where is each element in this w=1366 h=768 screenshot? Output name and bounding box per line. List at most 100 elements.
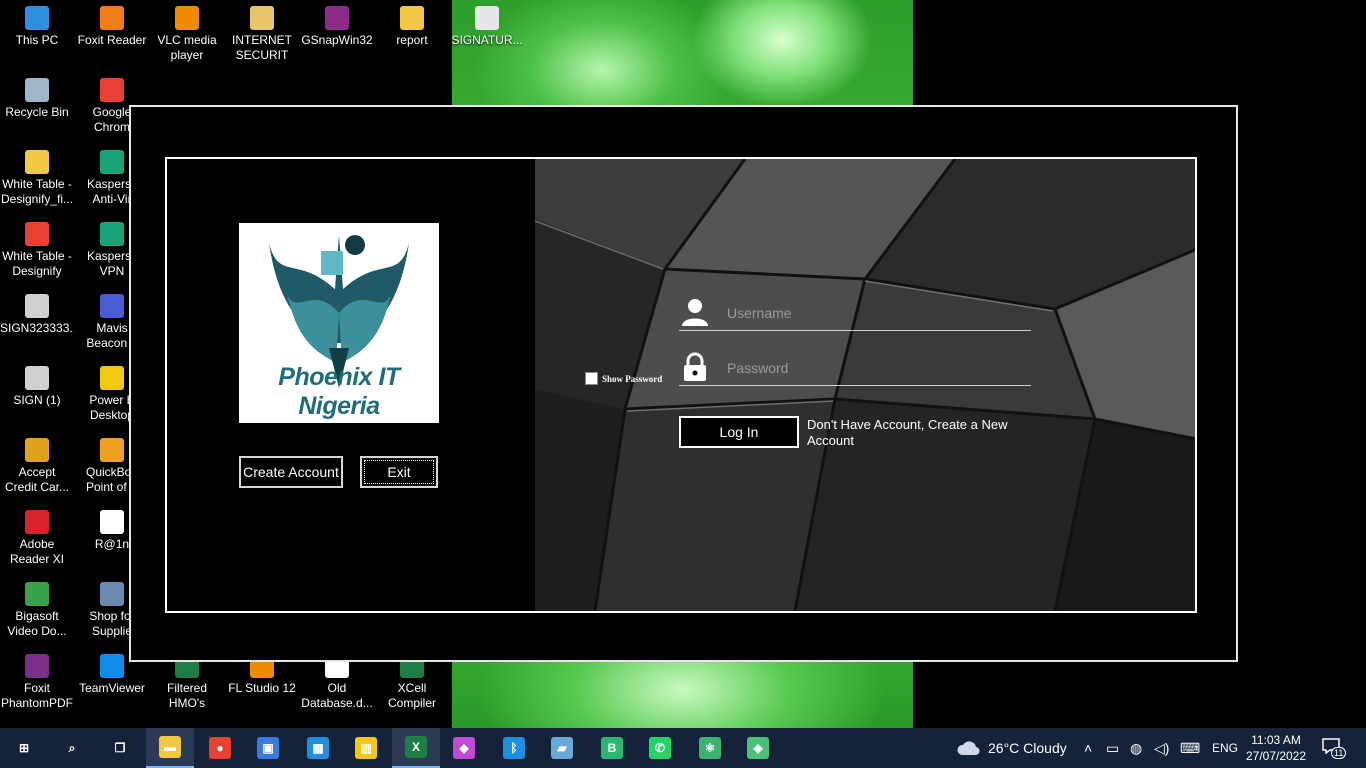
desktop-icon-label: Foxit Reader <box>77 33 147 47</box>
desktop-icon-label: SIGN323333... <box>0 321 74 335</box>
weather-widget[interactable]: 26°C Cloudy <box>956 728 1067 768</box>
taskbar-button[interactable]: B <box>588 728 636 768</box>
app-window: Phoenix IT Nigeria Create Account Exit U… <box>129 105 1238 662</box>
desktop-icon-label: GSnapWin32 <box>301 33 373 47</box>
desktop-icon-label: White Table - Designify <box>2 249 72 278</box>
desktop-icon[interactable]: Recycle Bin <box>0 78 74 120</box>
taskbar-button[interactable]: ❐ <box>96 728 144 768</box>
password-input[interactable] <box>727 356 1027 380</box>
user-icon <box>682 299 708 326</box>
taskbar: ⊞ ⌕ ❐ ▬ ● ▣ ▦ ▥ X ◆ ᛒ ▰ B ✆ ⚛ ◈ 26°C Cloudy ˄ ▭ ◍ ◁) ⌨ … <box>0 728 1366 768</box>
desktop-icon[interactable]: XCell Compiler <box>375 654 449 711</box>
taskbar-button[interactable]: ⌕ <box>48 728 96 768</box>
desktop-icon[interactable]: Accept Credit Car... <box>0 438 74 495</box>
paint-icon: ◆ <box>453 737 475 759</box>
desktop-icon[interactable]: INTERNET SECURIT <box>225 6 299 63</box>
taskbar-button[interactable]: ▬ <box>146 728 194 768</box>
chevron-up-icon[interactable]: ˄ <box>1084 740 1092 756</box>
language-indicator[interactable]: ENG <box>1212 741 1238 755</box>
create-account-button[interactable]: Create Account <box>239 456 343 488</box>
file-icon <box>25 150 49 174</box>
chrome-icon <box>25 222 49 246</box>
chrome-icon <box>100 78 124 102</box>
taskbar-button[interactable]: ◈ <box>734 728 782 768</box>
app-icon: ◈ <box>747 737 769 759</box>
taskbar-button[interactable]: ▥ <box>342 728 390 768</box>
desktop-icon[interactable]: SIGNATUR... <box>450 6 524 48</box>
checkbox-box[interactable] <box>585 372 598 385</box>
desktop-icon-label: Adobe Reader XI <box>9 537 65 566</box>
image-icon <box>25 294 49 318</box>
taskbar-button[interactable]: X <box>392 728 440 768</box>
network-icon[interactable]: ◍ <box>1130 740 1142 757</box>
desktop-icon-label: Bigasoft Video Do... <box>7 609 67 638</box>
desktop-icon[interactable]: GSnapWin32 <box>300 6 374 48</box>
foxit-icon <box>100 6 124 30</box>
desktop-icon[interactable]: Bigasoft Video Do... <box>0 582 74 639</box>
excel-icon: X <box>405 736 427 758</box>
desktop-icon[interactable]: SIGN323333... <box>0 294 74 336</box>
taskbar-button[interactable]: ▦ <box>294 728 342 768</box>
task-view-icon: ❐ <box>109 737 131 759</box>
volume-icon[interactable]: ◁) <box>1154 740 1169 757</box>
desktop-icon-label: FL Studio 12 <box>228 681 296 695</box>
desktop-icon[interactable]: This PC <box>0 6 74 48</box>
desktop-icon[interactable]: Filtered HMO's <box>150 654 224 711</box>
weather-text: 26°C Cloudy <box>988 740 1067 756</box>
bigasoft-icon <box>25 582 49 606</box>
clock[interactable]: 11:03 AM 27/07/2022 <box>1244 732 1308 764</box>
desktop-icon[interactable]: White Table - Designify_fi... <box>0 150 74 207</box>
battery-icon[interactable]: ▭ <box>1106 740 1119 757</box>
powerbi-icon <box>100 366 124 390</box>
desktop-icon-label: White Table - Designify_fi... <box>0 177 74 206</box>
desktop-icon-label: report <box>396 33 428 47</box>
taskbar-button[interactable]: ◆ <box>440 728 488 768</box>
desktop-icon-label: Filtered HMO's <box>166 681 207 710</box>
desktop-icon[interactable]: Foxit PhantomPDF <box>0 654 74 711</box>
kaspersky-icon <box>100 150 124 174</box>
keyboard-icon[interactable]: ⌨ <box>1180 740 1200 757</box>
cloud-icon <box>957 741 980 756</box>
document-icon <box>100 510 124 534</box>
taskbar-button[interactable]: ⚛ <box>686 728 734 768</box>
search-icon: ⌕ <box>61 737 83 759</box>
login-button[interactable]: Log In <box>679 416 799 448</box>
teamviewer-icon <box>100 654 124 678</box>
taskbar-button[interactable]: ✆ <box>636 728 684 768</box>
computer-icon <box>25 6 49 30</box>
desktop-icon[interactable]: VLC media player <box>150 6 224 63</box>
taskbar-button[interactable]: ▰ <box>538 728 586 768</box>
create-account-link[interactable]: Don't Have Account, Create a New Account <box>807 417 1027 449</box>
desktop-icon-label: INTERNET SECURIT <box>232 33 292 62</box>
folder-icon <box>250 6 274 30</box>
taskbar-button[interactable]: ⊞ <box>0 728 48 768</box>
credit-card-icon <box>25 438 49 462</box>
image-icon <box>475 6 499 30</box>
desktop-icon[interactable]: SIGN (1) <box>0 366 74 408</box>
desktop-icon[interactable]: White Table - Designify <box>0 222 74 279</box>
recycle-bin-icon <box>25 78 49 102</box>
kaspersky-vpn-icon <box>100 222 124 246</box>
desktop-icon-label: Foxit PhantomPDF <box>0 681 74 710</box>
taskbar-button[interactable]: ▣ <box>244 728 292 768</box>
bluestacks-icon: B <box>601 737 623 759</box>
username-input[interactable] <box>727 301 1027 325</box>
adobe-icon <box>25 510 49 534</box>
show-password-checkbox[interactable]: Show Password <box>585 372 662 385</box>
taskbar-button[interactable]: ᛒ <box>490 728 538 768</box>
calculator-icon: ▦ <box>307 737 329 759</box>
exit-button[interactable]: Exit <box>360 456 438 488</box>
desktop-icon[interactable]: Foxit Reader <box>75 6 149 48</box>
desktop-icon[interactable]: report <box>375 6 449 48</box>
taskbar-button[interactable]: ● <box>196 728 244 768</box>
notifications-button[interactable]: 11 <box>1322 738 1348 759</box>
desktop-icon[interactable]: Old Database.d... <box>300 654 374 711</box>
desktop-icon-label: XCell Compiler <box>387 681 436 710</box>
desktop-icon[interactable]: Adobe Reader XI <box>0 510 74 567</box>
desktop-icon-label: Recycle Bin <box>5 105 69 119</box>
windows-start-icon: ⊞ <box>13 737 35 759</box>
image-icon <box>25 366 49 390</box>
vlc-icon <box>175 6 199 30</box>
desktop-icon-label: This PC <box>15 33 59 47</box>
chrome-icon: ● <box>209 737 231 759</box>
